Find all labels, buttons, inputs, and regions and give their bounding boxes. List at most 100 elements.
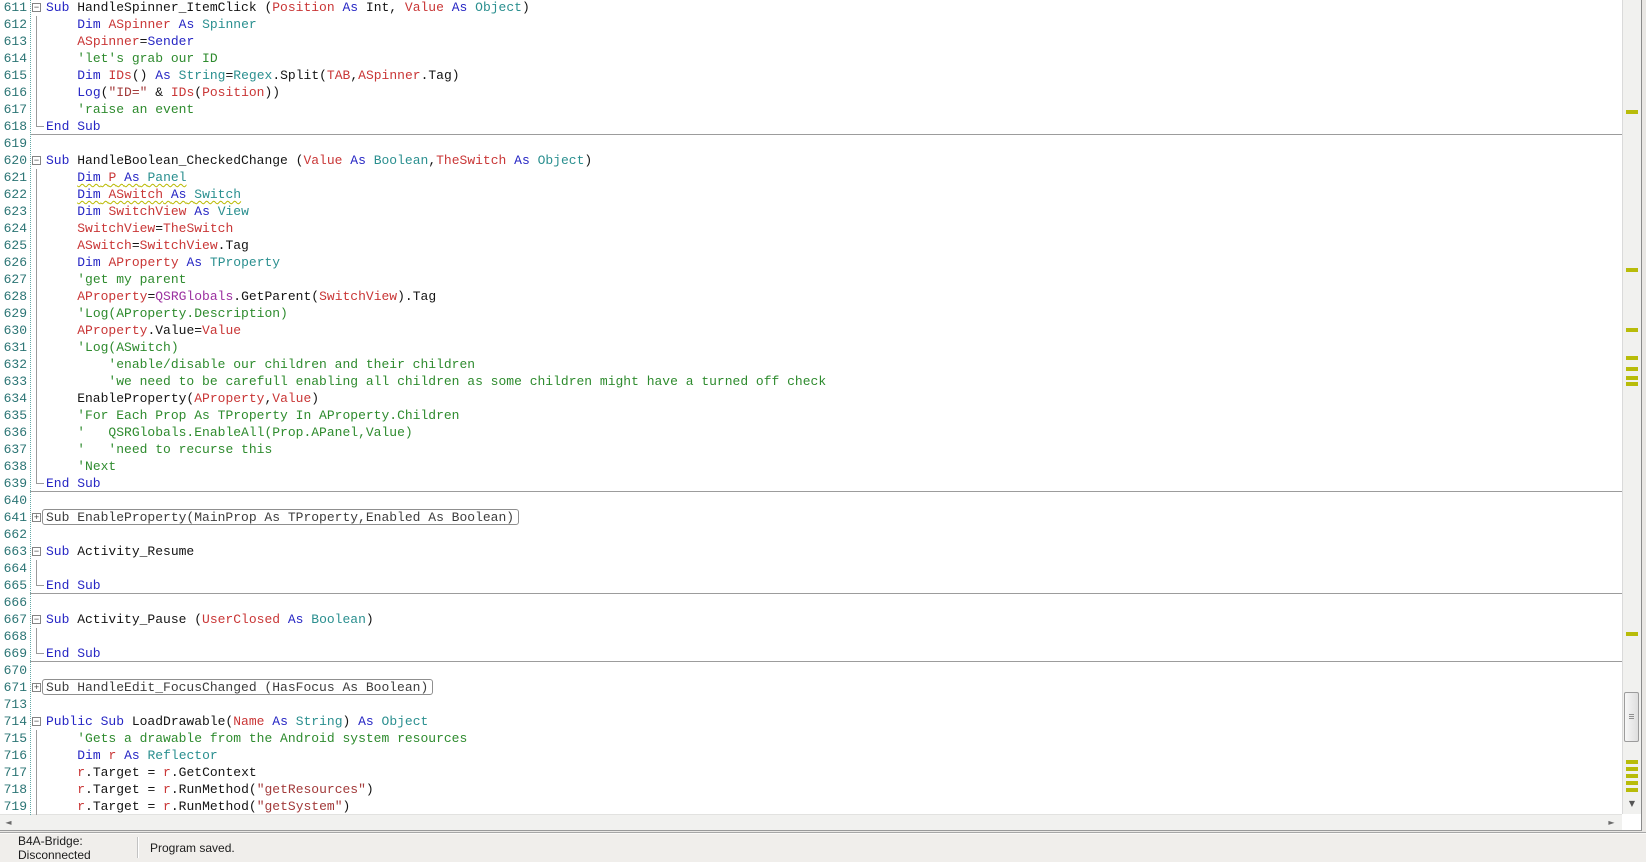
code-text: Log("ID=" & IDs(Position))	[77, 85, 281, 100]
code-line[interactable]: 633 'we need to be carefull enabling all…	[0, 373, 1622, 390]
code-text: End Sub	[46, 119, 101, 134]
code-line[interactable]: 612 Dim ASpinner As Spinner	[0, 16, 1622, 33]
code-line[interactable]: 639 End Sub	[0, 475, 1622, 492]
scroll-right-icon[interactable]: ►	[1603, 815, 1620, 830]
code-line[interactable]: 638 'Next	[0, 458, 1622, 475]
code-text: End Sub	[46, 476, 101, 491]
code-line[interactable]: 613 ASpinner=Sender	[0, 33, 1622, 50]
fold-collapse-icon[interactable]: −	[32, 3, 41, 12]
code-line[interactable]: 715 'Gets a drawable from the Android sy…	[0, 730, 1622, 747]
fold-guide-line	[36, 781, 37, 798]
fold-guide-line	[36, 169, 37, 186]
code-line[interactable]: 664	[0, 560, 1622, 577]
line-number: 669	[3, 646, 27, 661]
code-text: Dim ASpinner As Spinner	[77, 17, 257, 32]
code-line[interactable]: 670	[0, 662, 1622, 679]
code-line[interactable]: 626 Dim AProperty As TProperty	[0, 254, 1622, 271]
fold-guide-line	[36, 33, 37, 50]
scroll-down-icon[interactable]: ▼	[1623, 797, 1641, 811]
code-line[interactable]: 628 AProperty=QSRGlobals.GetParent(Switc…	[0, 288, 1622, 305]
horizontal-scrollbar[interactable]: ◄ ►	[0, 814, 1622, 830]
line-number: 638	[3, 459, 27, 474]
code-text: r.Target = r.RunMethod("getSystem")	[77, 799, 351, 814]
warning-marker	[1626, 110, 1638, 114]
collapsed-sub-box[interactable]: Sub EnableProperty(MainProp As TProperty…	[42, 509, 520, 525]
code-line[interactable]: 627 'get my parent	[0, 271, 1622, 288]
code-line[interactable]: 636 ' QSRGlobals.EnableAll(Prop.APanel,V…	[0, 424, 1622, 441]
code-line[interactable]: 663− Sub Activity_Resume	[0, 543, 1622, 560]
code-area[interactable]: 611− Sub HandleSpinner_ItemClick (Positio…	[0, 0, 1622, 815]
fold-collapse-icon[interactable]: −	[32, 547, 41, 556]
code-line[interactable]: 629 'Log(AProperty.Description)	[0, 305, 1622, 322]
code-line[interactable]: 622 Dim ASwitch As Switch	[0, 186, 1622, 203]
code-line[interactable]: 662	[0, 526, 1622, 543]
procedure-separator	[30, 661, 1622, 662]
code-line[interactable]: 618 End Sub	[0, 118, 1622, 135]
line-number: 622	[3, 187, 27, 202]
scroll-left-icon[interactable]: ◄	[0, 815, 17, 830]
fold-guide-line	[36, 288, 37, 305]
code-line[interactable]: 718 r.Target = r.RunMethod("getResources…	[0, 781, 1622, 798]
code-line[interactable]: 667− Sub Activity_Pause (UserClosed As Bo…	[0, 611, 1622, 628]
code-line[interactable]: 637 ' 'need to recurse this	[0, 441, 1622, 458]
fold-guide-line	[36, 390, 37, 407]
collapsed-sub-box[interactable]: Sub HandleEdit_FocusChanged (HasFocus As…	[42, 679, 434, 695]
code-line[interactable]: 671 + Sub HandleEdit_FocusChanged (HasFocu…	[0, 679, 1622, 696]
fold-guide-line	[36, 305, 37, 322]
code-line[interactable]: 630 AProperty.Value=Value	[0, 322, 1622, 339]
code-text: End Sub	[46, 646, 101, 661]
code-text: Dim r As Reflector	[77, 748, 218, 763]
code-line[interactable]: 635 'For Each Prop As TProperty In AProp…	[0, 407, 1622, 424]
code-line[interactable]: 640	[0, 492, 1622, 509]
line-number: 665	[3, 578, 27, 593]
code-line[interactable]: 669 End Sub	[0, 645, 1622, 662]
code-line[interactable]: 631 'Log(ASwitch)	[0, 339, 1622, 356]
fold-guide-line	[36, 50, 37, 67]
code-line[interactable]: 620− Sub HandleBoolean_CheckedChange (Val…	[0, 152, 1622, 169]
fold-collapse-icon[interactable]: −	[32, 717, 41, 726]
line-number: 716	[3, 748, 27, 763]
fold-guide-line	[36, 271, 37, 288]
code-line[interactable]: 714− Public Sub LoadDrawable(Name As Stri…	[0, 713, 1622, 730]
code-line[interactable]: 619	[0, 135, 1622, 152]
scrollbar-thumb[interactable]	[1624, 692, 1639, 742]
code-text: Dim AProperty As TProperty	[77, 255, 281, 270]
fold-guide-line	[36, 254, 37, 271]
code-line[interactable]: 713	[0, 696, 1622, 713]
fold-expand-icon[interactable]: +	[32, 513, 41, 522]
warning-marker	[1626, 632, 1638, 636]
code-editor[interactable]: 611− Sub HandleSpinner_ItemClick (Positio…	[0, 0, 1642, 831]
fold-guide-line	[36, 322, 37, 339]
code-line[interactable]: 615 Dim IDs() As String=Regex.Split(TAB,…	[0, 67, 1622, 84]
code-line[interactable]: 717 r.Target = r.GetContext	[0, 764, 1622, 781]
fold-collapse-icon[interactable]: −	[32, 615, 41, 624]
line-number: 625	[3, 238, 27, 253]
code-text: 'Log(AProperty.Description)	[77, 306, 288, 321]
line-number: 713	[3, 697, 27, 712]
code-line[interactable]: 665 End Sub	[0, 577, 1622, 594]
code-text: 'get my parent	[77, 272, 187, 287]
code-line[interactable]: 614 'let's grab our ID	[0, 50, 1622, 67]
code-line[interactable]: 611− Sub HandleSpinner_ItemClick (Positio…	[0, 0, 1622, 16]
code-line[interactable]: 625 ASwitch=SwitchView.Tag	[0, 237, 1622, 254]
vertical-scrollbar[interactable]: ▼	[1622, 0, 1641, 814]
code-line[interactable]: 668	[0, 628, 1622, 645]
code-line[interactable]: 616 Log("ID=" & IDs(Position))	[0, 84, 1622, 101]
code-text: Dim SwitchView As View	[77, 204, 249, 219]
code-line[interactable]: 634 EnableProperty(AProperty,Value)	[0, 390, 1622, 407]
fold-expand-icon[interactable]: +	[32, 683, 41, 692]
code-text: SwitchView=TheSwitch	[77, 221, 234, 236]
code-line[interactable]: 666	[0, 594, 1622, 611]
code-text: Dim IDs() As String=Regex.Split(TAB,ASpi…	[77, 68, 460, 83]
code-text: ' 'need to recurse this	[77, 442, 273, 457]
code-line[interactable]: 621 Dim P As Panel	[0, 169, 1622, 186]
code-line[interactable]: 641 + Sub EnableProperty(MainProp As TProp…	[0, 509, 1622, 526]
code-line[interactable]: 617 'raise an event	[0, 101, 1622, 118]
code-line[interactable]: 632 'enable/disable our children and the…	[0, 356, 1622, 373]
code-line[interactable]: 719 r.Target = r.RunMethod("getSystem")	[0, 798, 1622, 815]
code-line[interactable]: 716 Dim r As Reflector	[0, 747, 1622, 764]
code-line[interactable]: 624 SwitchView=TheSwitch	[0, 220, 1622, 237]
fold-collapse-icon[interactable]: −	[32, 156, 41, 165]
code-line[interactable]: 623 Dim SwitchView As View	[0, 203, 1622, 220]
fold-guide-line	[36, 203, 37, 220]
